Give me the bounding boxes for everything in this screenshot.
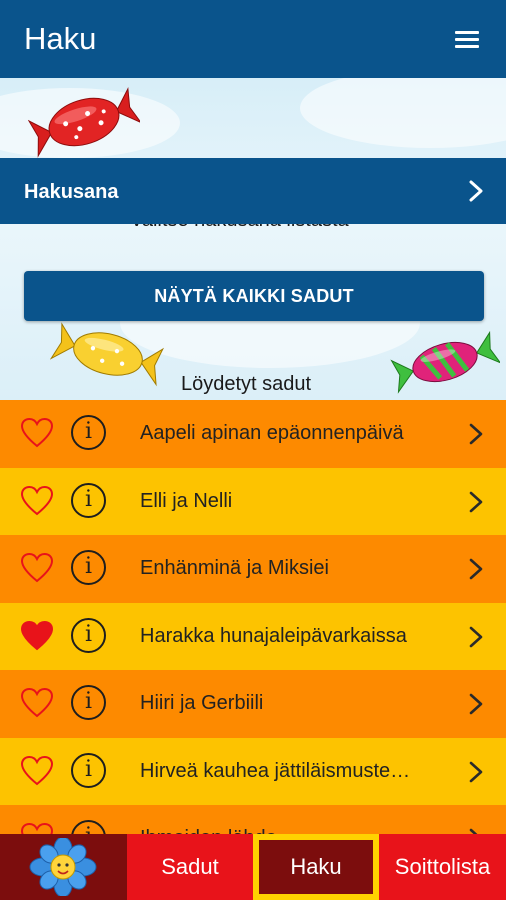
tab-haku-label: Haku xyxy=(259,840,373,894)
info-icon[interactable]: i xyxy=(71,415,106,450)
story-row[interactable]: i Enhänminä ja Miksiei xyxy=(0,535,506,603)
info-icon[interactable]: i xyxy=(71,482,106,518)
chevron-right-icon xyxy=(469,558,483,580)
search-term-selector[interactable]: Hakusana xyxy=(0,158,506,224)
chevron-right-icon xyxy=(469,180,483,202)
story-title: Enhänminä ja Miksiei xyxy=(140,557,329,579)
info-icon[interactable]: i xyxy=(71,685,106,720)
hamburger-menu-icon[interactable] xyxy=(451,27,483,53)
story-row[interactable]: i Ihmeiden lähde xyxy=(0,805,506,834)
chevron-right-icon xyxy=(469,828,478,834)
info-icon[interactable]: i xyxy=(71,550,106,585)
chevron-right-icon xyxy=(469,423,483,445)
info-icon[interactable]: i xyxy=(71,617,106,653)
info-icon[interactable]: i xyxy=(71,752,106,788)
story-title: Elli ja Nelli xyxy=(140,489,233,512)
chevron-right-icon xyxy=(469,491,483,512)
story-title: Harakka hunajaleipävarkaissa xyxy=(140,624,407,647)
story-title: Hiiri ja Gerbiili xyxy=(140,692,264,714)
yellow-candy-icon xyxy=(50,322,165,387)
striped-candy-icon xyxy=(390,330,500,394)
heart-outline-icon[interactable] xyxy=(20,552,54,584)
show-all-stories-button[interactable]: NÄYTÄ KAIKKI SADUT xyxy=(24,271,484,321)
story-row[interactable]: i Harakka hunajaleipävarkaissa xyxy=(0,602,506,670)
search-term-label: Hakusana xyxy=(24,181,119,203)
tab-sadut[interactable]: Sadut xyxy=(127,834,253,900)
heart-outline-icon[interactable] xyxy=(20,485,54,517)
chevron-right-icon xyxy=(469,693,483,715)
heart-outline-icon[interactable] xyxy=(20,822,54,834)
story-title: Hirveä kauhea jättiläismuste… xyxy=(140,759,411,782)
story-row[interactable]: i Hirveä kauhea jättiläismuste… xyxy=(0,737,506,805)
app-bar: Haku xyxy=(0,0,506,78)
heart-filled-icon[interactable] xyxy=(20,620,54,652)
cloud-decoration xyxy=(300,78,506,148)
story-row[interactable]: i Hiiri ja Gerbiili xyxy=(0,670,506,738)
story-row[interactable]: i Aapeli apinan epäonnenpäivä xyxy=(0,400,506,468)
tab-haku[interactable]: Haku xyxy=(253,834,379,900)
flower-logo-icon xyxy=(29,838,97,896)
bottom-tab-bar: Sadut Haku Soittolista xyxy=(0,834,506,900)
story-title: Ihmeiden lähde xyxy=(140,826,446,834)
tab-home-logo[interactable] xyxy=(0,834,127,900)
heart-outline-icon[interactable] xyxy=(20,417,54,449)
story-list: i Aapeli apinan epäonnenpäivä i Elli ja Nel… xyxy=(0,400,506,834)
page-title: Haku xyxy=(24,21,97,56)
info-icon[interactable]: i xyxy=(71,820,106,834)
chevron-right-icon xyxy=(469,626,483,647)
chevron-right-icon xyxy=(469,761,483,782)
story-row[interactable]: i Elli ja Nelli xyxy=(0,467,506,535)
heart-outline-icon[interactable] xyxy=(20,755,54,787)
story-title: Aapeli apinan epäonnenpäivä xyxy=(140,422,404,444)
heart-outline-icon[interactable] xyxy=(20,687,54,719)
tab-soittolista[interactable]: Soittolista xyxy=(379,834,506,900)
search-panel: Valitse hakusana listasta Löydetyt sadut xyxy=(0,78,506,400)
results-title: Löydetyt sadut xyxy=(181,373,312,395)
red-candy-icon xyxy=(28,87,140,158)
